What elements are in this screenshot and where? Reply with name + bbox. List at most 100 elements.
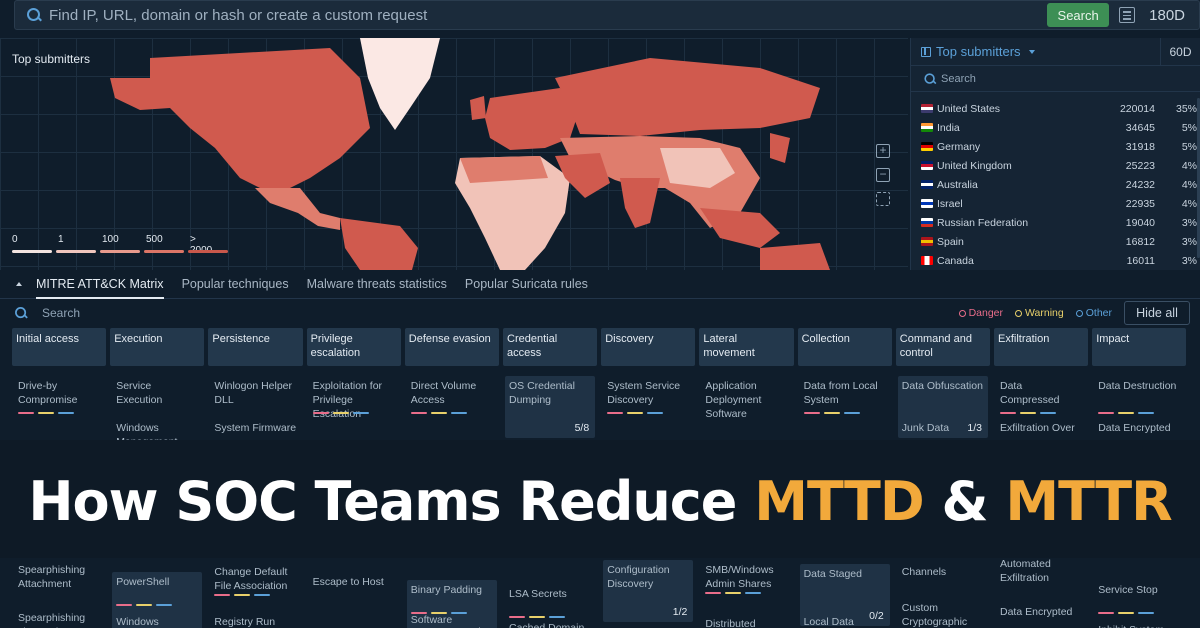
country-percent: 3% [1181, 254, 1197, 267]
technique-cell[interactable]: Local Data [800, 612, 890, 628]
technique-label: Data Destruction [1098, 380, 1177, 392]
collapse-icon[interactable] [16, 282, 22, 286]
technique-cell[interactable]: Custom Cryptographic [898, 598, 988, 628]
technique-cell[interactable]: Application Deployment Software [701, 376, 791, 424]
panel-header: Top submitters 60D [911, 37, 1200, 66]
map-canvas [110, 38, 830, 270]
technique-cell[interactable]: Inhibit System [1094, 620, 1184, 628]
list-icon[interactable] [1119, 7, 1136, 23]
legend-label: 0 [12, 234, 18, 245]
panel-search-input[interactable] [941, 72, 1083, 85]
search-button[interactable]: Search [1047, 3, 1110, 27]
country-row[interactable]: United Kingdom 25223 4% [921, 156, 1199, 175]
technique-cell[interactable]: Data from Local System [800, 376, 890, 410]
country-row[interactable]: United States 220014 35% [921, 99, 1199, 118]
technique-cell[interactable]: Junk Data [898, 418, 988, 438]
technique-label: Inhibit System [1098, 624, 1164, 628]
tactic-header[interactable]: Privilege escalation [306, 328, 401, 366]
panel-title-dropdown[interactable]: Top submitters [921, 44, 1035, 59]
world-map[interactable]: Top submitters + − 0 1 100 500 > [0, 38, 908, 270]
zoom-out-icon[interactable]: − [876, 168, 890, 182]
technique-cell[interactable]: Data Encrypted [996, 602, 1086, 622]
technique-cell[interactable]: Change Default File Association [210, 562, 300, 596]
india-region [620, 178, 660, 228]
technique-cell[interactable]: Data Compressed [996, 376, 1086, 410]
tactic-header[interactable]: Impact [1092, 328, 1187, 366]
country-row[interactable]: Russian Federation 19040 3% [921, 213, 1199, 232]
technique-cell[interactable]: Winlogon Helper DLL [210, 376, 300, 410]
technique-cell[interactable]: Distributed [701, 614, 791, 628]
panel-period[interactable]: 60D [1160, 37, 1200, 66]
tactic-header[interactable]: Lateral movement [699, 328, 794, 366]
technique-cell[interactable]: Spearphishing via Service [14, 608, 104, 628]
tactic-header[interactable]: Execution [110, 328, 205, 366]
technique-cell[interactable]: Windows [112, 612, 202, 628]
technique-cell[interactable]: Service Execution [112, 376, 202, 410]
technique-cell[interactable]: Cached Domain [505, 618, 595, 628]
country-percent: 3% [1181, 216, 1197, 229]
legend-other[interactable]: Other [1075, 307, 1112, 319]
tab-suricata-rules[interactable]: Popular Suricata rules [465, 270, 588, 299]
technique-cell[interactable]: Software [407, 610, 497, 628]
technique-cell[interactable]: LSA Secrets [505, 584, 595, 604]
country-row[interactable]: Germany 31918 5% [921, 137, 1199, 156]
flag-icon [921, 161, 933, 170]
technique-cell[interactable]: Channels [898, 562, 988, 582]
tab-popular-techniques[interactable]: Popular techniques [182, 270, 289, 299]
technique-cell[interactable]: Exfiltration Over [996, 418, 1086, 438]
severity-indicator [214, 594, 274, 596]
tactic-header[interactable]: Discovery [601, 328, 696, 366]
technique-cell[interactable]: Data Destruction [1094, 376, 1184, 396]
search-input[interactable] [49, 6, 1048, 24]
technique-cell[interactable]: SMB/Windows Admin Shares [701, 560, 791, 594]
tactic-header[interactable]: Exfiltration [994, 328, 1089, 366]
country-row[interactable]: Israel 22935 4% [921, 194, 1199, 213]
severity-indicator [1098, 612, 1158, 614]
technique-cell[interactable]: Drive-by Compromise [14, 376, 104, 410]
banner-ampersand: & [923, 470, 1006, 533]
legend-danger[interactable]: Danger [958, 307, 1003, 319]
technique-cell[interactable]: Automated Exfiltration [996, 554, 1086, 588]
technique-label: Configuration Discovery [607, 564, 670, 590]
technique-cell[interactable]: Service Stop [1094, 580, 1184, 600]
tactic-header[interactable]: Initial access [12, 328, 107, 366]
legend-label: 100 [102, 234, 119, 245]
japan-region [770, 133, 790, 163]
search-icon [924, 72, 935, 84]
russia-region [555, 58, 820, 136]
technique-label: Direct Volume Access [410, 380, 477, 406]
tactic-header[interactable]: Persistence [208, 328, 303, 366]
zoom-in-icon[interactable]: + [876, 144, 890, 158]
technique-label: Data Staged [803, 568, 862, 580]
technique-count[interactable]: 1/2 [673, 605, 688, 619]
period-selector[interactable]: 180D [1149, 7, 1185, 24]
technique-cell[interactable]: Spearphishing Attachment [14, 560, 104, 594]
technique-count[interactable]: 5/8 [575, 421, 590, 435]
legend-swatch [144, 250, 184, 253]
tactic-header[interactable]: Credential access [503, 328, 598, 366]
technique-cell[interactable]: Data Encrypted [1094, 418, 1184, 438]
tab-mitre[interactable]: MITRE ATT&CK Matrix [36, 270, 164, 299]
technique-cell[interactable]: Registry Run [210, 612, 300, 628]
country-row[interactable]: Spain 16812 3% [921, 232, 1199, 251]
technique-cell[interactable]: Escape to Host [309, 572, 399, 592]
technique-cell[interactable]: Exploitation for Privilege Escalation [309, 376, 399, 424]
technique-cell[interactable]: System Firmware [210, 418, 300, 438]
tab-malware-stats[interactable]: Malware threats statistics [307, 270, 447, 299]
legend-warning[interactable]: Warning [1015, 307, 1064, 319]
matrix-search-input[interactable] [42, 306, 442, 320]
technique-cell[interactable]: System Service Discovery [603, 376, 693, 410]
tactic-header[interactable]: Collection [797, 328, 892, 366]
technique-cell[interactable]: Direct Volume Access [407, 376, 497, 410]
tactic-header[interactable]: Defense evasion [404, 328, 499, 366]
technique-cell[interactable]: OS Credential Dumping 5/8 [505, 376, 596, 438]
hide-all-button[interactable]: Hide all [1124, 301, 1190, 325]
tactic-header[interactable]: Command and control [895, 328, 990, 366]
country-name: Canada [937, 254, 974, 267]
country-row[interactable]: India 34645 5% [921, 118, 1199, 137]
country-row[interactable]: Australia 24232 4% [921, 175, 1199, 194]
columns-icon [921, 46, 931, 57]
fullscreen-icon[interactable] [876, 192, 890, 206]
technique-cell[interactable]: Configuration Discovery 1/2 [603, 560, 694, 622]
country-row[interactable]: Canada 16011 3% [921, 251, 1199, 270]
